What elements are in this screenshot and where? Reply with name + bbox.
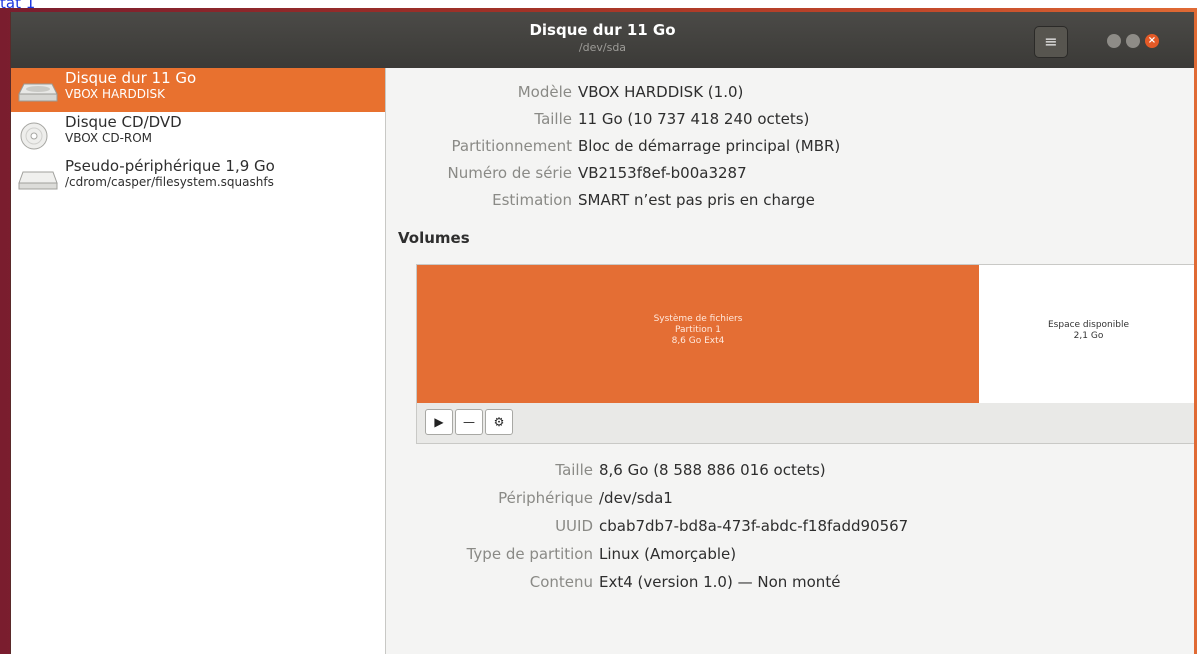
info-value: 11 Go (10 737 418 240 octets)	[578, 110, 810, 128]
minimize-icon[interactable]	[1107, 34, 1121, 48]
volume-map: Système de fichiers Partition 1 8,6 Go E…	[416, 264, 1194, 404]
hamburger-icon: ≡	[1044, 32, 1058, 51]
partition-block[interactable]: Système de fichiers Partition 1 8,6 Go E…	[417, 265, 979, 403]
close-icon[interactable]: ×	[1145, 34, 1159, 48]
top-link[interactable]: tat 1	[0, 0, 35, 12]
volumes-heading: Volumes	[398, 229, 470, 247]
info-key: Périphérique	[498, 489, 593, 507]
optical-disc-icon	[20, 122, 48, 150]
info-row-assessment: Estimation	[386, 191, 572, 213]
drive-icon	[18, 171, 58, 190]
info-key: Estimation	[492, 191, 572, 209]
info-value: /dev/sda1	[599, 489, 673, 507]
device-subtitle: VBOX CD-ROM	[65, 131, 153, 145]
info-value: SMART n’est pas pris en charge	[578, 191, 815, 209]
info-value: Linux (Amorçable)	[599, 545, 737, 563]
info-value: Ext4 (version 1.0) — Non monté	[599, 573, 841, 591]
partition-row-device: Périphérique	[386, 489, 593, 511]
window-subtitle: /dev/sda	[578, 41, 627, 54]
device-sidebar: Disque dur 11 Go VBOX HARDDISK Disque CD…	[11, 68, 386, 654]
hard-disk-icon	[18, 83, 58, 102]
partition-row-contents: Contenu	[386, 573, 593, 595]
disk-details: Modèle VBOX HARDDISK (1.0) Taille 11 Go …	[386, 68, 1194, 654]
partition-label: Système de fichiers	[653, 314, 743, 324]
info-value: VBOX HARDDISK (1.0)	[578, 83, 744, 101]
play-icon: ▶	[434, 415, 444, 429]
free-space-label: Espace disponible	[1047, 320, 1130, 330]
device-item-harddisk[interactable]: Disque dur 11 Go VBOX HARDDISK	[11, 68, 385, 112]
disks-window: Disque dur 11 Go /dev/sda ≡ × Disque dur…	[10, 12, 1194, 654]
info-value: cbab7db7-bd8a-473f-abdc-f18fadd90567	[599, 517, 909, 535]
info-row-size: Taille	[386, 110, 572, 132]
info-row-model: Modèle	[386, 83, 572, 105]
info-key: Modèle	[517, 83, 572, 101]
info-key: Numéro de série	[447, 164, 572, 182]
info-value: 8,6 Go (8 588 886 016 octets)	[599, 461, 826, 479]
info-row-serial: Numéro de série	[386, 164, 572, 186]
info-key: Partitionnement	[451, 137, 572, 155]
info-value: VB2153f8ef-b00a3287	[578, 164, 747, 182]
device-item-cdrom[interactable]: Disque CD/DVD VBOX CD-ROM	[11, 112, 385, 156]
device-name: Disque dur 11 Go	[65, 69, 197, 87]
volume-toolbar: ▶ — ⚙	[416, 403, 1194, 444]
info-key: Contenu	[529, 573, 593, 591]
free-space-size: 2,1 Go	[1073, 331, 1104, 341]
info-key: Type de partition	[466, 545, 593, 563]
mount-button[interactable]: ▶	[425, 409, 453, 435]
device-name: Pseudo-périphérique 1,9 Go	[65, 157, 275, 175]
header-bar: Disque dur 11 Go /dev/sda ≡ ×	[11, 12, 1194, 68]
info-key: Taille	[555, 461, 593, 479]
info-value: Bloc de démarrage principal (MBR)	[578, 137, 841, 155]
info-key: UUID	[555, 517, 593, 535]
window-title: Disque dur 11 Go	[529, 21, 676, 39]
device-item-loop[interactable]: Pseudo-périphérique 1,9 Go /cdrom/casper…	[11, 156, 385, 200]
device-subtitle: /cdrom/casper/filesystem.squashfs	[65, 175, 274, 189]
menu-button[interactable]: ≡	[1034, 26, 1068, 58]
device-name: Disque CD/DVD	[65, 113, 182, 131]
partition-row-type: Type de partition	[386, 545, 593, 567]
partition-row-uuid: UUID	[386, 517, 593, 539]
gears-icon: ⚙	[493, 415, 505, 429]
delete-partition-button[interactable]: —	[455, 409, 483, 435]
partition-options-button[interactable]: ⚙	[485, 409, 513, 435]
maximize-icon[interactable]	[1126, 34, 1140, 48]
device-subtitle: VBOX HARDDISK	[65, 87, 166, 101]
partition-size: 8,6 Go Ext4	[671, 336, 725, 346]
partition-number: Partition 1	[674, 325, 722, 335]
info-key: Taille	[534, 110, 572, 128]
minus-icon: —	[463, 415, 475, 429]
free-space-block[interactable]: Espace disponible 2,1 Go	[979, 265, 1194, 403]
partition-row-size: Taille	[386, 461, 593, 483]
info-row-partitioning: Partitionnement	[386, 137, 572, 159]
